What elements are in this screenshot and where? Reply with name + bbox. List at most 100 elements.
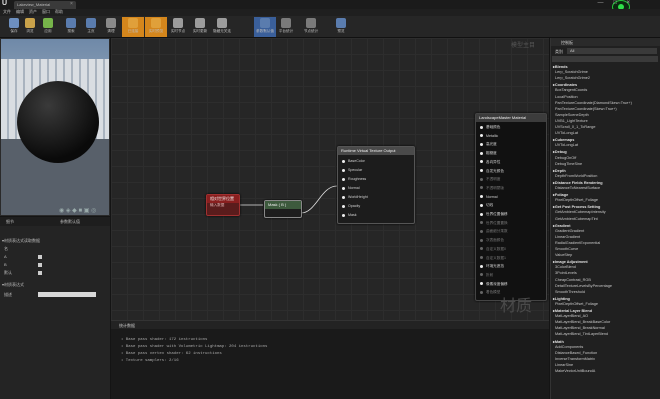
node-pin[interactable]: 自定义数据1 — [480, 256, 506, 261]
close-tab-icon[interactable]: × — [70, 1, 73, 7]
palette-item[interactable]: LinearGradient — [555, 235, 580, 239]
palette-search-input[interactable] — [552, 56, 658, 62]
toolbar-button[interactable]: 已连接 — [122, 17, 144, 37]
node-pin[interactable]: Opacity — [342, 204, 360, 208]
palette-item[interactable]: AddComponents — [555, 345, 583, 349]
node-pin[interactable]: 着色模型 — [480, 290, 500, 295]
palette-item[interactable]: SmoothCurve — [555, 247, 578, 251]
palette-item[interactable]: Lerp_ScratchGrime — [555, 70, 588, 74]
palette-item[interactable]: GetAmbientCubemapIntensity — [555, 210, 606, 214]
tab-details[interactable]: 细节 — [6, 219, 14, 225]
toolbar-button[interactable]: 应用 — [37, 17, 59, 37]
node-pin[interactable]: 各向异性 — [480, 160, 500, 165]
palette-item[interactable]: ValueStep — [555, 253, 572, 257]
palette-item[interactable]: InverseTransformMatrix — [555, 357, 595, 361]
document-tab[interactable]: Lakeview_Material — [14, 1, 76, 9]
palette-item[interactable]: MatLayerBlend_BreakNormal — [555, 326, 605, 330]
node-pin[interactable]: Specular — [342, 168, 362, 172]
toolbar-button[interactable]: 搜索 — [60, 17, 82, 37]
palette-category[interactable]: ▸Math — [553, 339, 564, 344]
toolbar-button[interactable]: 清理 — [100, 17, 122, 37]
details-section-header[interactable]: ▾材质表达式 — [2, 282, 24, 288]
palette-item[interactable]: DepthFromWorldPosition — [555, 174, 597, 178]
node-pin[interactable]: Mask — [342, 213, 357, 217]
node-pin[interactable]: 世界位置置换 — [480, 221, 508, 226]
node-pin[interactable]: Normal — [342, 186, 360, 190]
palette-item[interactable]: MatLayerBlend_BreakBaseColor — [555, 320, 610, 324]
checkbox-a[interactable] — [38, 255, 42, 259]
details-section-header[interactable]: ▾材质表达式读取数据 — [2, 238, 40, 244]
menu-help[interactable]: 帮助 — [55, 9, 63, 15]
palette-item[interactable]: SampleSceneDepth — [555, 113, 589, 117]
window-controls[interactable]: — □ × — [598, 0, 634, 6]
palette-category[interactable]: ▸Cubemaps — [553, 137, 574, 142]
node-pin[interactable]: 自定义数据0 — [480, 247, 506, 252]
palette-item[interactable]: CheapContrast_RGB — [555, 278, 591, 282]
palette-item[interactable]: RadialGradientExponential — [555, 241, 600, 245]
palette-item[interactable]: MatLayerBlend_TintLayerBlend — [555, 332, 608, 336]
checkbox-b[interactable] — [38, 263, 42, 267]
menu-asset[interactable]: 资产 — [29, 9, 37, 15]
palette-category[interactable]: ▸Distance Fields Rendering — [553, 180, 603, 185]
toolbar-button[interactable]: 隐藏无关连 — [211, 17, 233, 37]
node-pin[interactable]: BaseColor — [342, 159, 365, 163]
preview-viewport[interactable]: ◉ ◈ ◆ ■ ▣ ◎ — [0, 38, 110, 216]
tab-parameter-defaults[interactable]: 参数默认值 — [60, 219, 80, 225]
palette-item[interactable]: DistanceBased_Function — [555, 351, 597, 355]
node-pin[interactable]: 不透明蒙版 — [480, 186, 504, 191]
palette-item[interactable]: LinearSine — [555, 363, 573, 367]
toolbar-button[interactable]: 实时更新 — [189, 17, 211, 37]
palette-category[interactable]: ▸Lighting — [553, 296, 570, 301]
palette-category[interactable]: ▸Debug — [553, 149, 567, 154]
palette-item[interactable]: 3ColorBlend — [555, 265, 576, 269]
node-mask[interactable]: Mask ( B ) — [264, 200, 302, 218]
palette-item[interactable]: BoxTangentCoords — [555, 88, 587, 92]
palette-item[interactable]: PanTextureCoordinate(DiamondSkew=True+) — [555, 101, 632, 105]
palette-category[interactable]: ▸Depth — [553, 168, 566, 173]
menu-edit[interactable]: 编辑 — [16, 9, 24, 15]
palette-item[interactable]: UVToLongLat — [555, 131, 578, 135]
palette-item[interactable]: UVScroll_0_1_ToRange — [555, 125, 596, 129]
node-pin[interactable]: Normal — [480, 195, 498, 199]
palette-item[interactable]: Lerp_ScratchGrime2 — [555, 76, 590, 80]
palette-item[interactable]: PixelDepthOffset_Foliage — [555, 198, 598, 202]
palette-category[interactable]: ▸Coordinates — [553, 82, 577, 87]
toolbar-button[interactable]: 参数默认值 — [254, 17, 276, 37]
toolbar-button[interactable]: 实时预览 — [145, 17, 167, 37]
node-pin[interactable]: 世界位置偏移 — [480, 212, 508, 217]
palette-item[interactable]: PanTextureCoordinate(Skew=True+) — [555, 107, 617, 111]
toolbar-button[interactable]: 平台统计 — [275, 17, 297, 37]
node-pin[interactable]: 环境光遮挡 — [480, 264, 504, 269]
node-pin[interactable]: 基础颜色 — [480, 125, 500, 130]
palette-category[interactable]: ▸Get Post Process Setting — [553, 204, 600, 209]
palette-category-select[interactable]: All — [567, 48, 657, 54]
palette-category[interactable]: ▸Foliage — [553, 192, 568, 197]
palette-item[interactable]: PixelDepthOffset_Foliage — [555, 302, 598, 306]
node-pin[interactable]: 切线 — [480, 203, 493, 208]
palette-item[interactable]: DebugOnOff — [555, 156, 576, 160]
node-pin[interactable]: Roughness — [342, 177, 366, 181]
toolbar-button[interactable]: 预览 — [330, 17, 352, 37]
menu-file[interactable]: 文件 — [3, 9, 11, 15]
node-pin[interactable]: 曲面细分乘数 — [480, 229, 508, 234]
checkbox-default[interactable] — [38, 271, 42, 275]
palette-item[interactable]: DistanceToNearestSurface — [555, 186, 600, 190]
palette-item[interactable]: MatLayerBlend_AO — [555, 314, 588, 318]
palette-item[interactable]: DetailTextureLevelsByPercentage — [555, 284, 612, 288]
palette-item[interactable]: GradientGradient — [555, 229, 584, 233]
palette-title[interactable]: 控制板 — [561, 40, 573, 46]
node-pin[interactable]: 粗糙度 — [480, 151, 497, 156]
node-pin[interactable]: 次表面颜色 — [480, 238, 504, 243]
palette-category[interactable]: ▸Material Layer Blend — [553, 308, 592, 313]
palette-item[interactable]: UVToLongLat — [555, 143, 578, 147]
tab-stats[interactable]: 统计数据 — [119, 323, 135, 329]
toolbar-button[interactable]: 主页 — [80, 17, 102, 37]
node-pin[interactable]: 自发光颜色 — [480, 169, 504, 174]
node-landscape-master-material[interactable]: LandscapeMaster Material 基础颜色 Metallic 高光度… — [475, 113, 547, 301]
palette-item[interactable]: SmoothThreshold — [555, 290, 585, 294]
palette-item[interactable]: DebugTimeSine — [555, 162, 582, 166]
material-graph[interactable]: 相对世界位置 输入数据 Mask ( B ) Runtime Virtual T… — [111, 38, 549, 320]
palette-category[interactable]: ▸Image Adjustment — [553, 259, 588, 264]
palette-item[interactable]: 3PointLevels — [555, 271, 577, 275]
description-input[interactable] — [38, 292, 96, 297]
